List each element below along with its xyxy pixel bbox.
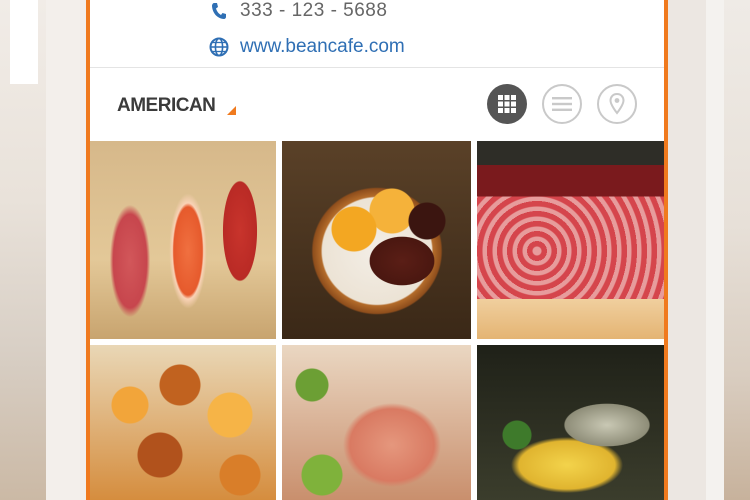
map-pin-icon xyxy=(609,93,625,115)
sushi-photo[interactable] xyxy=(90,141,276,339)
background-right xyxy=(706,0,750,500)
divider xyxy=(90,67,664,68)
wagyu-beef-photo[interactable] xyxy=(477,141,664,339)
phone-contact[interactable]: 333 - 123 - 5688 xyxy=(208,0,387,22)
phone-number: 333 - 123 - 5688 xyxy=(240,0,388,21)
photo-grid xyxy=(90,141,664,500)
roasted-potatoes-photo[interactable] xyxy=(90,345,276,500)
eggs-foie-gras-photo[interactable] xyxy=(282,141,471,339)
category-label[interactable]: AMERICAN xyxy=(117,95,216,117)
rice-pepper-photo[interactable] xyxy=(282,345,471,500)
category-dropdown-icon[interactable] xyxy=(227,106,236,115)
phone-frame: 333 - 123 - 5688 www.beancafe.com AMERIC… xyxy=(86,0,668,500)
website-link[interactable]: www.beancafe.com xyxy=(208,36,405,58)
phone-icon xyxy=(208,0,230,22)
list-icon xyxy=(552,97,572,111)
map-view-button[interactable] xyxy=(597,84,637,124)
background-strip-right xyxy=(666,0,706,500)
background-strip-left xyxy=(46,0,86,500)
grilled-pasta-photo[interactable] xyxy=(477,345,664,500)
list-view-button[interactable] xyxy=(542,84,582,124)
app-screen: 333 - 123 - 5688 www.beancafe.com AMERIC… xyxy=(90,0,664,500)
grid-view-button[interactable] xyxy=(487,84,527,124)
grid-icon xyxy=(498,95,516,113)
globe-icon xyxy=(208,36,230,58)
background-left xyxy=(0,0,46,500)
website-url: www.beancafe.com xyxy=(240,36,405,57)
